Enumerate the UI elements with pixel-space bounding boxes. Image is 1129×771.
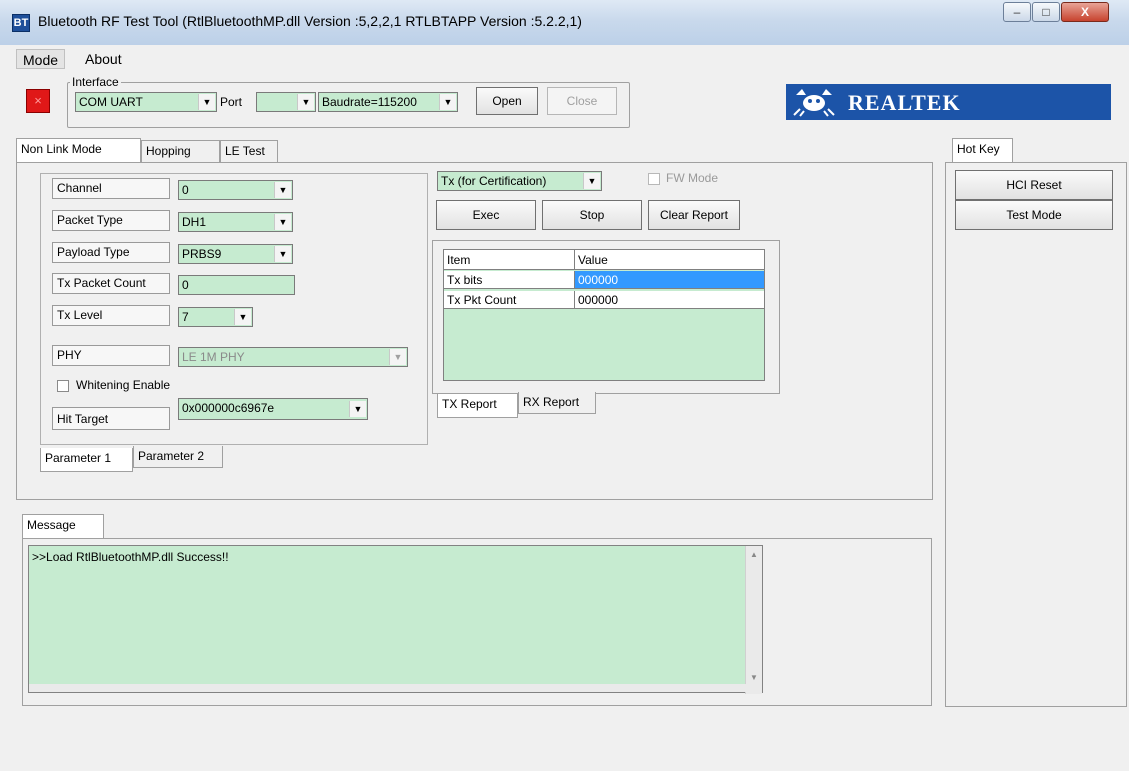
- tab-tx-report[interactable]: TX Report: [437, 394, 518, 418]
- tx-level-select[interactable]: 7 ▼: [178, 307, 253, 327]
- hit-target-select[interactable]: 0x000000c6967e ▼: [178, 398, 368, 420]
- test-mode-value: Tx (for Certification): [441, 174, 547, 188]
- report-header-item: Item: [444, 250, 575, 270]
- interface-type-value: COM UART: [79, 95, 143, 109]
- chevron-down-icon: ▼: [349, 401, 366, 417]
- payload-type-label: Payload Type: [52, 242, 170, 263]
- whitening-label: Whitening Enable: [76, 378, 171, 392]
- interface-type-select[interactable]: COM UART ▼: [75, 92, 217, 112]
- port-select[interactable]: ▼: [256, 92, 316, 112]
- channel-value: 0: [182, 183, 189, 197]
- tx-level-label: Tx Level: [52, 305, 170, 326]
- app-icon: BT: [12, 14, 30, 32]
- fw-mode-label: FW Mode: [666, 171, 719, 185]
- table-row-item[interactable]: Tx Pkt Count: [444, 291, 575, 309]
- scroll-up-icon[interactable]: ▲: [750, 550, 758, 559]
- whitening-checkbox[interactable]: [57, 380, 69, 392]
- stop-button[interactable]: Stop: [542, 200, 642, 230]
- tx-level-value: 7: [182, 310, 189, 324]
- tx-packet-count-value: 0: [182, 278, 189, 292]
- menu-mode[interactable]: Mode: [16, 49, 66, 69]
- mode-tabs: Non Link Mode Hopping LE Test: [16, 138, 316, 164]
- chevron-down-icon: ▼: [274, 182, 291, 198]
- tab-parameter-1[interactable]: Parameter 1: [40, 448, 133, 472]
- scroll-down-icon[interactable]: ▼: [750, 673, 758, 682]
- chevron-down-icon: ▼: [389, 349, 406, 365]
- tx-packet-count-label: Tx Packet Count: [52, 273, 170, 294]
- hotkey-tabs: Hot Key: [952, 138, 1032, 164]
- chevron-down-icon: ▼: [297, 94, 314, 110]
- chevron-down-icon: ▼: [583, 173, 600, 189]
- vertical-scrollbar[interactable]: ▲ ▼: [745, 546, 762, 694]
- message-text: >>Load RtlBluetoothMP.dll Success!!: [32, 550, 229, 564]
- phy-label: PHY: [52, 345, 170, 366]
- tab-hopping[interactable]: Hopping: [141, 140, 220, 162]
- open-button[interactable]: Open: [476, 87, 538, 115]
- test-mode-button[interactable]: Test Mode: [955, 200, 1113, 230]
- phy-select[interactable]: LE 1M PHY ▼: [178, 347, 408, 367]
- horizontal-scrollbar[interactable]: [29, 684, 746, 692]
- close-button[interactable]: X: [1061, 2, 1109, 22]
- realtek-wordmark: REALTEK: [848, 90, 961, 115]
- port-label: Port: [220, 95, 243, 109]
- table-row-item[interactable]: Tx bits: [444, 271, 575, 289]
- fw-mode-checkbox[interactable]: [648, 173, 660, 185]
- report-header-value: Value: [575, 250, 764, 270]
- minimize-button[interactable]: –: [1003, 2, 1031, 22]
- tab-le-test[interactable]: LE Test: [220, 140, 278, 162]
- menu-about[interactable]: About: [79, 49, 128, 69]
- tab-non-link-mode[interactable]: Non Link Mode: [16, 138, 141, 162]
- chevron-down-icon: ▼: [274, 246, 291, 262]
- chevron-down-icon: ▼: [439, 94, 456, 110]
- report-table: Item Value Tx bits 000000 Tx Pkt Count 0…: [443, 249, 765, 381]
- tab-hot-key[interactable]: Hot Key: [952, 138, 1013, 162]
- packet-type-value: DH1: [182, 215, 207, 229]
- payload-type-value: PRBS9: [182, 247, 222, 261]
- chevron-down-icon: ▼: [274, 214, 291, 230]
- menu-bar: Mode About: [0, 48, 1129, 70]
- channel-label: Channel: [52, 178, 170, 199]
- test-mode-select[interactable]: Tx (for Certification) ▼: [437, 171, 602, 191]
- clear-report-button[interactable]: Clear Report: [648, 200, 740, 230]
- report-tabs: TX Report RX Report: [437, 392, 607, 418]
- hci-reset-button[interactable]: HCI Reset: [955, 170, 1113, 200]
- exec-button[interactable]: Exec: [436, 200, 536, 230]
- baudrate-select[interactable]: Baudrate=115200 ▼: [318, 92, 458, 112]
- hit-target-label: Hit Target: [52, 407, 170, 430]
- message-tabs: Message: [22, 514, 112, 538]
- hotkey-panel: [945, 162, 1127, 707]
- interface-legend: Interface: [72, 75, 119, 89]
- message-log[interactable]: >>Load RtlBluetoothMP.dll Success!! ▲ ▼: [28, 545, 763, 694]
- baudrate-value: Baudrate=115200: [322, 95, 417, 109]
- table-row-value[interactable]: 000000: [575, 271, 764, 289]
- maximize-button[interactable]: □: [1032, 2, 1060, 22]
- tab-parameter-2[interactable]: Parameter 2: [133, 446, 223, 468]
- payload-type-select[interactable]: PRBS9 ▼: [178, 244, 293, 264]
- parameter-tabs: Parameter 1 Parameter 2: [40, 446, 230, 472]
- tab-rx-report[interactable]: RX Report: [518, 392, 596, 414]
- phy-value: LE 1M PHY: [182, 350, 245, 364]
- tab-message[interactable]: Message: [22, 514, 104, 538]
- window-title: Bluetooth RF Test Tool (RtlBluetoothMP.d…: [38, 13, 582, 29]
- packet-type-label: Packet Type: [52, 210, 170, 231]
- title-bar[interactable]: BT Bluetooth RF Test Tool (RtlBluetoothM…: [0, 0, 1129, 45]
- tx-packet-count-input[interactable]: 0: [178, 275, 295, 295]
- chevron-down-icon: ▼: [198, 94, 215, 110]
- connection-status-icon: ×: [26, 89, 50, 113]
- chevron-down-icon: ▼: [234, 309, 251, 325]
- table-row-value[interactable]: 000000: [575, 291, 764, 309]
- realtek-crab-icon: [793, 89, 835, 117]
- close-port-button[interactable]: Close: [547, 87, 617, 115]
- packet-type-select[interactable]: DH1 ▼: [178, 212, 293, 232]
- realtek-logo: REALTEK: [786, 84, 1111, 120]
- channel-select[interactable]: 0 ▼: [178, 180, 293, 200]
- hit-target-value: 0x000000c6967e: [182, 401, 275, 415]
